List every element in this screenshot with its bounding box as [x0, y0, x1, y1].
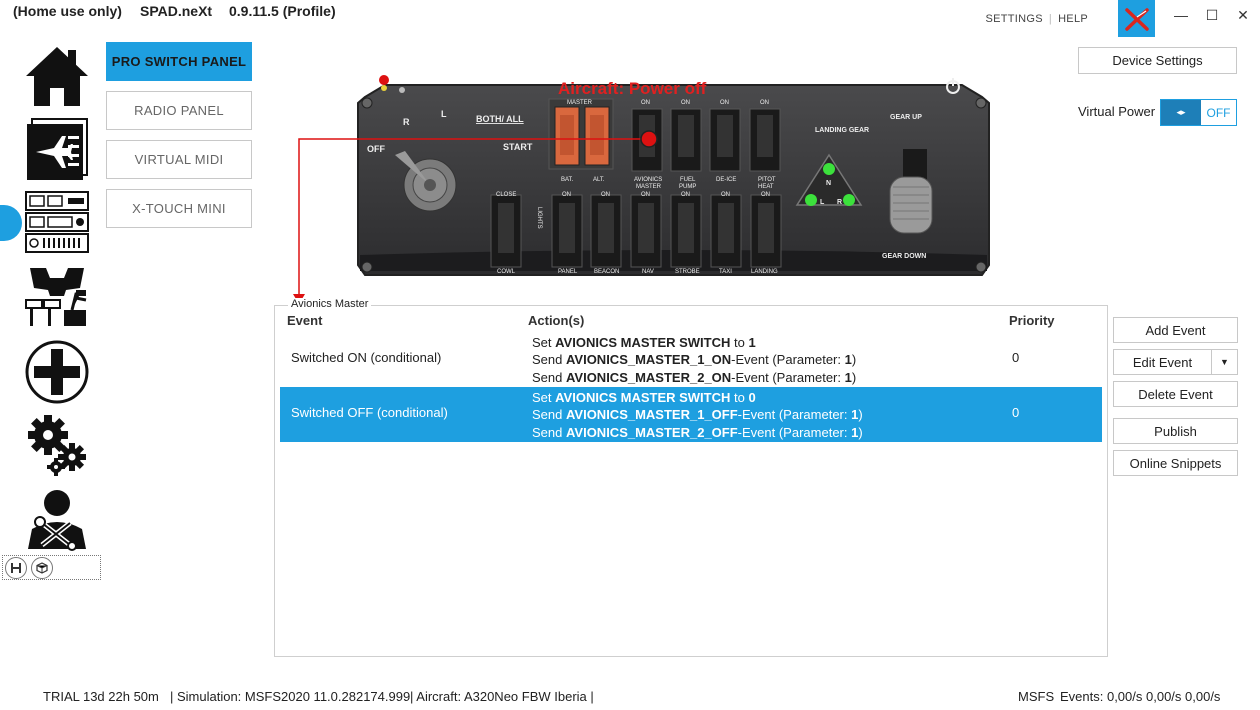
toggle-knob-icon: ◂▸ — [1161, 100, 1201, 125]
svg-text:ON: ON — [760, 100, 769, 106]
svg-text:MASTER: MASTER — [567, 100, 593, 106]
col-header-actions[interactable]: Action(s) — [528, 313, 584, 328]
svg-text:ON: ON — [761, 192, 770, 198]
event-priority: 0 — [1012, 350, 1020, 365]
device-settings-button[interactable]: Device Settings — [1078, 47, 1237, 74]
nav-add[interactable] — [22, 340, 92, 404]
nav-home[interactable] — [22, 44, 92, 108]
publish-button[interactable]: Publish — [1113, 418, 1238, 444]
chevron-down-icon[interactable]: ▼ — [1212, 350, 1237, 374]
svg-text:DE-ICE: DE-ICE — [716, 177, 736, 183]
sim-name-status: MSFS — [1018, 689, 1055, 704]
svg-text:GEAR UP: GEAR UP — [890, 114, 922, 121]
svg-text:ON: ON — [641, 100, 650, 106]
settings-link[interactable]: SETTINGS — [985, 13, 1042, 25]
aircraft-power-status: Aircraft: Power off — [558, 79, 707, 98]
edit-event-split-button: Edit Event ▼ — [1113, 349, 1238, 375]
svg-text:PUMP: PUMP — [679, 184, 696, 190]
event-row-selected[interactable]: Switched OFF (conditional) Set AVIONICS … — [280, 387, 1102, 442]
svg-text:N: N — [826, 180, 831, 187]
link-separator: | — [1048, 13, 1053, 25]
delete-event-button[interactable]: Delete Event — [1113, 381, 1238, 407]
svg-text:PITOT: PITOT — [758, 177, 776, 183]
yoke-throttle-icon — [25, 268, 87, 326]
x-plane-icon — [1124, 7, 1149, 31]
device-x-touch-mini[interactable]: X-TOUCH MINI — [106, 189, 252, 228]
home-icon — [26, 47, 88, 106]
svg-text:BOTH/ ALL: BOTH/ ALL — [476, 114, 524, 124]
svg-text:LANDING GEAR: LANDING GEAR — [815, 127, 869, 134]
nav-cockpit[interactable] — [22, 264, 92, 328]
col-header-event[interactable]: Event — [287, 313, 322, 328]
switch-selection-connector — [293, 130, 658, 304]
license-mode: (Home use only) — [13, 3, 122, 19]
save-icon[interactable] — [5, 557, 27, 579]
svg-text:ON: ON — [681, 100, 690, 106]
event-row[interactable]: Switched ON (conditional) Set AVIONICS M… — [280, 332, 1102, 387]
device-virtual-midi[interactable]: VIRTUAL MIDI — [106, 140, 252, 179]
plus-circle-icon — [25, 340, 89, 404]
svg-text:L: L — [441, 109, 447, 119]
top-links: SETTINGS | HELP — [985, 13, 1088, 25]
flight-profile-icon — [27, 118, 88, 180]
device-radio-panel[interactable]: RADIO PANEL — [106, 91, 252, 130]
svg-text:R: R — [837, 199, 842, 206]
aircraft-status: | Aircraft: A320Neo FBW Iberia | — [410, 689, 594, 704]
event-priority: 0 — [1012, 405, 1020, 420]
nav-devices[interactable] — [22, 190, 92, 254]
virtual-power-label: Virtual Power — [1078, 104, 1156, 119]
package-icon[interactable] — [31, 557, 53, 579]
edit-event-button[interactable]: Edit Event — [1114, 350, 1212, 374]
events-group-title: Avionics Master — [288, 298, 372, 310]
panel-led-red — [379, 75, 389, 85]
nav-profile[interactable] — [22, 118, 92, 182]
minimize-button[interactable]: — — [1166, 5, 1196, 25]
app-version: 0.9.11.5 (Profile) — [229, 3, 336, 19]
title-bar: (Home use only) SPAD.neXt 0.9.11.5 (Prof… — [0, 0, 1260, 40]
event-actions: Set AVIONICS MASTER SWITCH to 1 Send AVI… — [532, 335, 857, 385]
help-link[interactable]: HELP — [1058, 13, 1088, 25]
event-name: Switched OFF (conditional) — [291, 405, 448, 420]
device-pro-switch-panel[interactable]: PRO SWITCH PANEL — [106, 42, 252, 81]
gears-icon — [28, 415, 86, 476]
col-header-priority[interactable]: Priority — [1009, 313, 1055, 328]
event-name: Switched ON (conditional) — [291, 350, 442, 365]
active-nav-indicator — [0, 205, 22, 241]
event-actions: Set AVIONICS MASTER SWITCH to 0 Send AVI… — [532, 390, 863, 440]
support-tools-icon — [28, 490, 86, 551]
app-name: SPAD.neXt — [140, 3, 213, 19]
trial-status: TRIAL 13d 22h 50m — [43, 689, 159, 704]
svg-text:ON: ON — [681, 192, 690, 198]
flight-sim-connect-button[interactable] — [1118, 0, 1155, 37]
events-rate-status: Events: 0,00/s 0,00/s 0,00/s — [1060, 689, 1221, 704]
svg-text:LANDING: LANDING — [751, 269, 778, 275]
svg-text:TAXI: TAXI — [719, 269, 732, 275]
svg-text:L: L — [820, 199, 825, 206]
nav-support[interactable] — [22, 487, 92, 551]
svg-text:ON: ON — [721, 192, 730, 198]
maximize-button[interactable]: ☐ — [1197, 5, 1227, 25]
online-snippets-button[interactable]: Online Snippets — [1113, 450, 1238, 476]
svg-text:ON: ON — [720, 100, 729, 106]
svg-text:FUEL: FUEL — [680, 177, 696, 183]
svg-text:STROBE: STROBE — [675, 269, 700, 275]
devices-icon — [25, 191, 89, 253]
nav-settings[interactable] — [22, 413, 92, 477]
svg-text:HEAT: HEAT — [758, 184, 774, 190]
simulation-status: | Simulation: MSFS2020 11.0.282174.999 — [170, 689, 411, 704]
svg-text:R: R — [403, 117, 410, 127]
virtual-power-toggle[interactable]: ◂▸ OFF — [1160, 99, 1237, 126]
close-button[interactable]: ✕ — [1228, 5, 1258, 25]
virtual-power-state: OFF — [1206, 105, 1231, 120]
add-event-button[interactable]: Add Event — [1113, 317, 1238, 343]
profile-save-toolbar — [2, 555, 101, 580]
svg-text:GEAR DOWN: GEAR DOWN — [882, 253, 926, 260]
